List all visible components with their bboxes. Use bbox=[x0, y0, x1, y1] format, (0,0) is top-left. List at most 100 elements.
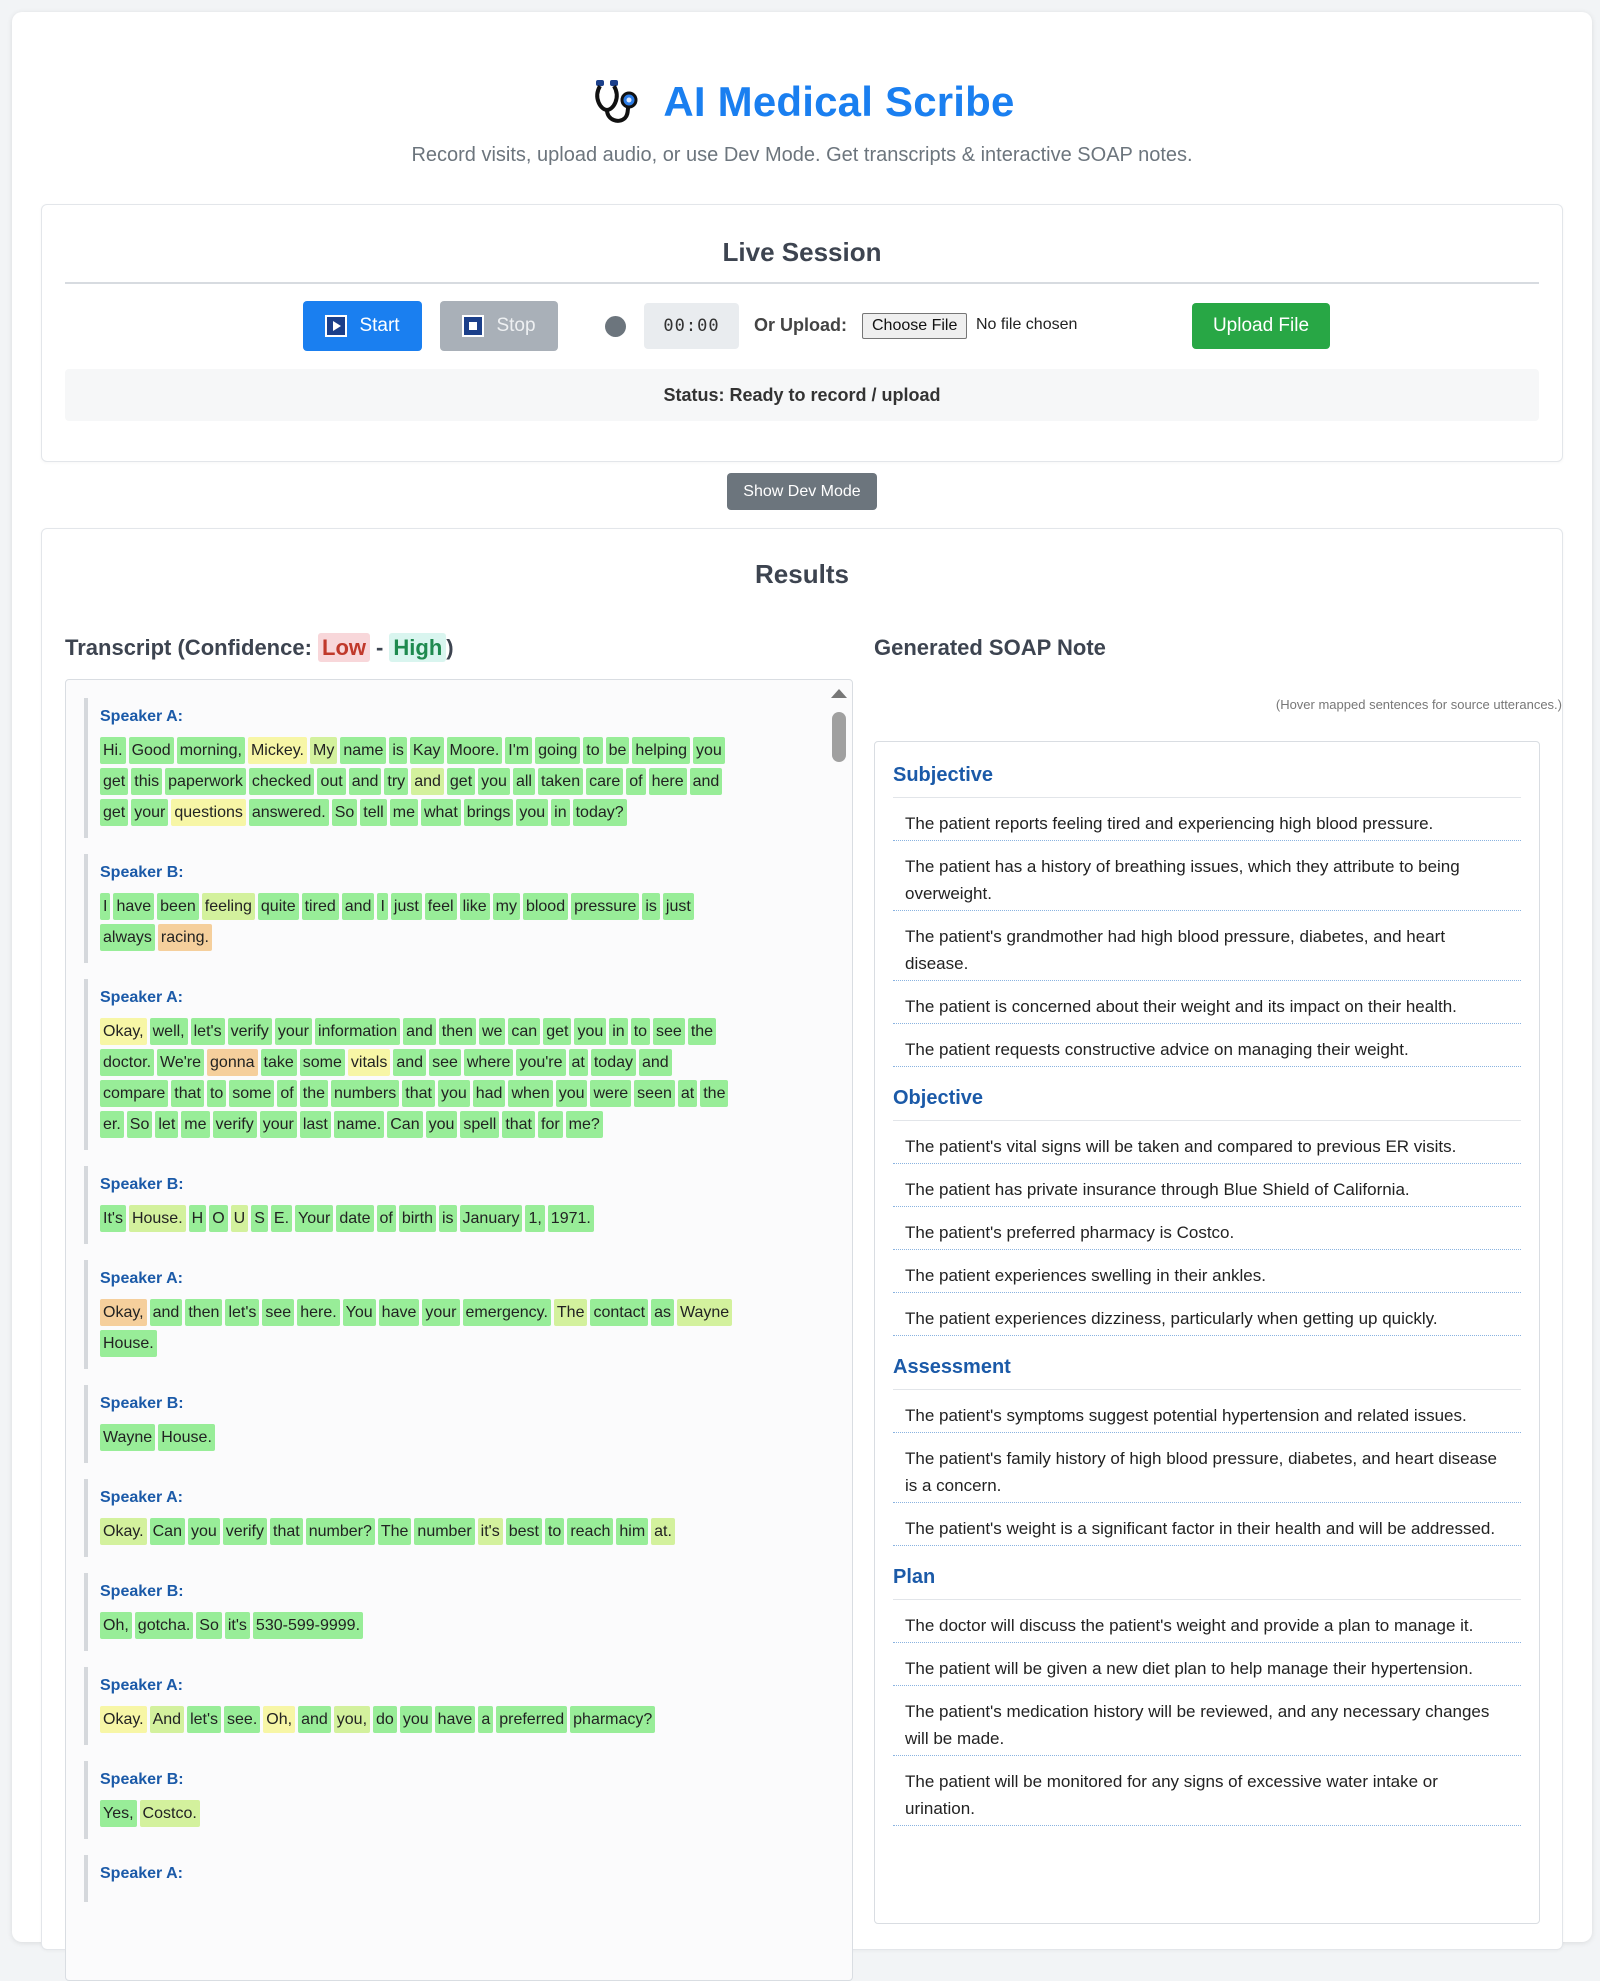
transcript-word[interactable]: House. bbox=[100, 1330, 157, 1357]
transcript-word[interactable]: Oh, bbox=[100, 1612, 132, 1639]
transcript-word[interactable]: quite bbox=[257, 893, 299, 920]
transcript-word[interactable]: best bbox=[505, 1518, 542, 1545]
transcript-word[interactable]: you, bbox=[333, 1706, 371, 1733]
soap-sentence[interactable]: The patient's family history of high blo… bbox=[893, 1433, 1521, 1503]
transcript-word[interactable]: have bbox=[434, 1706, 476, 1733]
transcript-word[interactable]: me bbox=[181, 1111, 210, 1138]
soap-sentence[interactable]: The patient's weight is a significant fa… bbox=[893, 1503, 1521, 1546]
transcript-word[interactable]: that bbox=[171, 1080, 204, 1107]
transcript-word[interactable]: me? bbox=[565, 1111, 603, 1138]
soap-sentence[interactable]: The patient will be monitored for any si… bbox=[893, 1756, 1521, 1826]
transcript-word[interactable]: and bbox=[149, 1299, 183, 1326]
transcript-word[interactable]: this bbox=[131, 768, 163, 795]
soap-sentence[interactable]: The patient reports feeling tired and ex… bbox=[893, 798, 1521, 841]
transcript-word[interactable]: let's bbox=[225, 1299, 260, 1326]
transcript-word[interactable]: I bbox=[377, 893, 388, 920]
soap-sentence[interactable]: The patient's medication history will be… bbox=[893, 1686, 1521, 1756]
transcript-word[interactable]: Hi. bbox=[100, 737, 126, 764]
transcript-word[interactable]: of bbox=[277, 1080, 297, 1107]
transcript-word[interactable]: you're bbox=[516, 1049, 566, 1076]
transcript-word[interactable]: feeling bbox=[201, 893, 255, 920]
transcript-word[interactable]: like bbox=[459, 893, 490, 920]
transcript-word[interactable]: as bbox=[651, 1299, 674, 1326]
soap-sentence[interactable]: The patient's preferred pharmacy is Cost… bbox=[893, 1207, 1521, 1250]
transcript-word[interactable]: U bbox=[230, 1205, 249, 1232]
transcript-word[interactable]: were bbox=[590, 1080, 632, 1107]
transcript-word[interactable]: number? bbox=[305, 1518, 375, 1545]
transcript-word[interactable]: O bbox=[209, 1205, 228, 1232]
transcript-word[interactable]: see bbox=[653, 1018, 685, 1045]
transcript-word[interactable]: H bbox=[188, 1205, 207, 1232]
scroll-up-arrow[interactable] bbox=[831, 689, 847, 698]
transcript-word[interactable]: me bbox=[389, 799, 418, 826]
transcript-word[interactable]: then bbox=[438, 1018, 476, 1045]
transcript-word[interactable]: pharmacy? bbox=[570, 1706, 656, 1733]
transcript-word[interactable]: emergency. bbox=[462, 1299, 551, 1326]
transcript-word[interactable]: it's bbox=[224, 1612, 250, 1639]
transcript-word[interactable]: see bbox=[429, 1049, 461, 1076]
transcript-word[interactable]: then bbox=[185, 1299, 223, 1326]
transcript-word[interactable]: vitals bbox=[347, 1049, 391, 1076]
transcript-word[interactable]: pressure bbox=[571, 893, 640, 920]
transcript-word[interactable]: just bbox=[662, 893, 694, 920]
transcript-word[interactable]: let bbox=[155, 1111, 179, 1138]
transcript-word[interactable]: all bbox=[512, 768, 535, 795]
soap-sentence[interactable]: The patient will be given a new diet pla… bbox=[893, 1643, 1521, 1686]
transcript-word[interactable]: House. bbox=[158, 1424, 215, 1451]
transcript-word[interactable]: er. bbox=[100, 1111, 124, 1138]
transcript-word[interactable]: and bbox=[298, 1706, 331, 1733]
transcript-panel[interactable]: Speaker A: Hi. Good morning, Mickey. My name is… bbox=[65, 679, 853, 1981]
transcript-word[interactable]: get bbox=[543, 1018, 572, 1045]
transcript-word[interactable]: is bbox=[389, 737, 407, 764]
transcript-word[interactable]: verify bbox=[227, 1018, 272, 1045]
transcript-word[interactable]: tell bbox=[360, 799, 387, 826]
transcript-word[interactable]: information bbox=[314, 1018, 401, 1045]
transcript-word[interactable]: Kay bbox=[409, 737, 444, 764]
transcript-word[interactable]: your bbox=[131, 799, 169, 826]
transcript-word[interactable]: you bbox=[693, 737, 725, 764]
transcript-word[interactable]: always bbox=[100, 924, 155, 951]
transcript-word[interactable]: I bbox=[100, 893, 111, 920]
soap-sentence[interactable]: The patient experiences dizziness, parti… bbox=[893, 1293, 1521, 1336]
transcript-word[interactable]: and bbox=[403, 1018, 436, 1045]
transcript-word[interactable]: helping bbox=[632, 737, 691, 764]
transcript-word[interactable]: Moore. bbox=[446, 737, 503, 764]
soap-sentence[interactable]: The patient has private insurance throug… bbox=[893, 1164, 1521, 1207]
transcript-word[interactable]: Yes, bbox=[100, 1800, 137, 1827]
transcript-word[interactable]: to bbox=[206, 1080, 227, 1107]
start-button[interactable]: Start bbox=[303, 301, 422, 351]
transcript-word[interactable]: House. bbox=[128, 1205, 186, 1232]
transcript-word[interactable]: spell bbox=[460, 1111, 500, 1138]
transcript-word[interactable]: is bbox=[642, 893, 660, 920]
soap-sentence[interactable]: The patient's grandmother had high blood… bbox=[893, 911, 1521, 981]
stop-button[interactable]: Stop bbox=[440, 301, 558, 351]
transcript-word[interactable]: racing. bbox=[157, 924, 212, 951]
transcript-word[interactable]: some bbox=[299, 1049, 345, 1076]
transcript-word[interactable]: last bbox=[299, 1111, 331, 1138]
transcript-word[interactable]: date bbox=[336, 1205, 374, 1232]
transcript-word[interactable]: you bbox=[555, 1080, 588, 1107]
transcript-word[interactable]: take bbox=[260, 1049, 297, 1076]
transcript-word[interactable]: we bbox=[478, 1018, 506, 1045]
scrollbar-thumb[interactable] bbox=[832, 712, 846, 762]
transcript-word[interactable]: S bbox=[251, 1205, 268, 1232]
transcript-word[interactable]: contact bbox=[590, 1299, 649, 1326]
transcript-word[interactable]: of bbox=[626, 768, 646, 795]
transcript-word[interactable]: you bbox=[516, 799, 549, 826]
transcript-word[interactable]: here bbox=[648, 768, 687, 795]
transcript-word[interactable]: name bbox=[340, 737, 387, 764]
transcript-word[interactable]: been bbox=[157, 893, 199, 920]
transcript-word[interactable]: your bbox=[259, 1111, 297, 1138]
transcript-word[interactable]: that bbox=[402, 1080, 435, 1107]
transcript-word[interactable]: and bbox=[639, 1049, 672, 1076]
transcript-word[interactable]: let's bbox=[190, 1018, 225, 1045]
transcript-word[interactable]: Okay. bbox=[100, 1706, 147, 1733]
transcript-word[interactable]: taken bbox=[537, 768, 584, 795]
transcript-word[interactable]: the bbox=[687, 1018, 717, 1045]
transcript-word[interactable]: to bbox=[544, 1518, 565, 1545]
transcript-word[interactable]: of bbox=[376, 1205, 396, 1232]
choose-file-button[interactable]: Choose File bbox=[862, 313, 968, 339]
transcript-word[interactable]: seen bbox=[634, 1080, 675, 1107]
transcript-word[interactable]: Oh, bbox=[263, 1706, 296, 1733]
soap-sentence[interactable]: The patient's symptoms suggest potential… bbox=[893, 1390, 1521, 1433]
